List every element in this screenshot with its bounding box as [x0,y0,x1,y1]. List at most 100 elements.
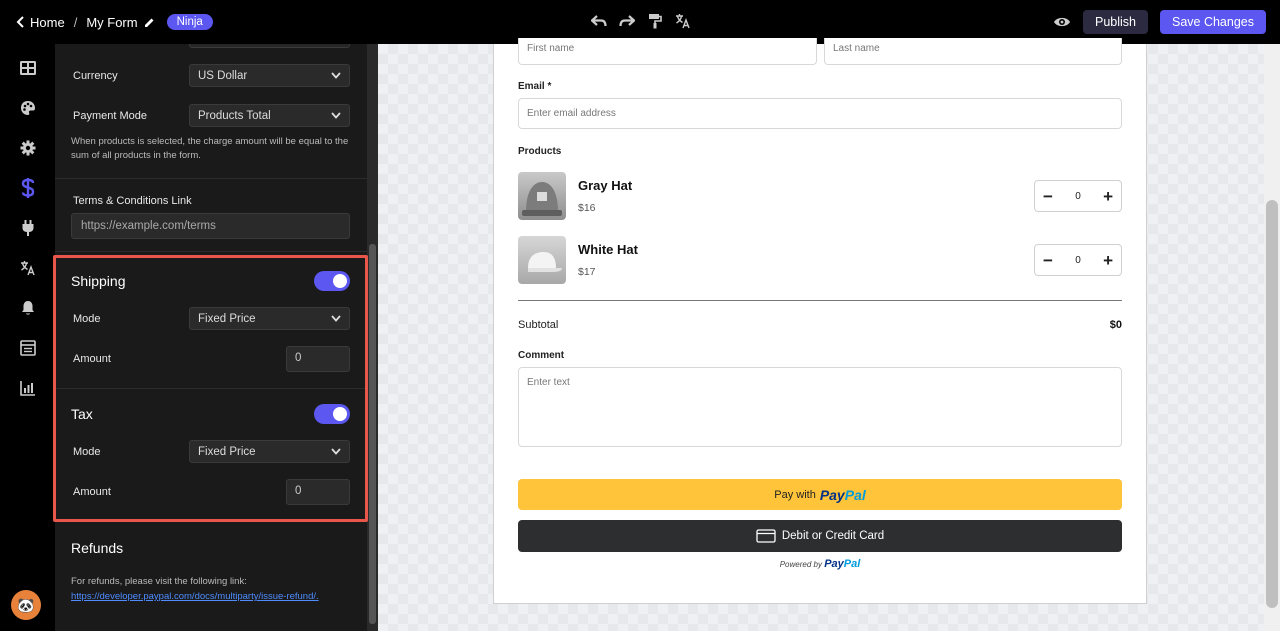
panel-scrollbar-thumb[interactable] [369,244,376,624]
powered-by-text: Powered by [779,560,822,569]
payment-mode-select[interactable]: Products Total [189,104,350,127]
powered-by-paypal: Powered by PayPal [518,558,1122,570]
plus-icon[interactable]: + [1103,188,1113,205]
quantity-stepper[interactable]: − 0 + [1034,180,1122,212]
quantity-value[interactable]: 0 [1075,255,1081,266]
debit-credit-card-button[interactable]: Debit or Credit Card [518,520,1122,552]
refunds-title: Refunds [71,540,124,556]
first-name-input[interactable]: First name [518,38,817,65]
tax-amount-input[interactable]: 0 [286,479,350,505]
canvas-scrollbar[interactable] [1264,44,1280,631]
refunds-text: For refunds, please visit the following … [71,576,247,587]
card-label: Debit or Credit Card [781,530,885,542]
avatar-icon: 🐼 [17,596,35,613]
payment-mode-label: Payment Mode [73,110,147,122]
canvas-scrollbar-thumb[interactable] [1266,200,1278,608]
panel-scrollbar[interactable] [367,44,378,631]
first-name-placeholder: First name [527,43,575,54]
paypal-prefix: Pay with [774,488,816,501]
save-changes-button[interactable]: Save Changes [1159,10,1266,34]
refunds-link[interactable]: https://developer.paypal.com/docs/multip… [71,591,319,602]
previous-select-edge [189,44,350,48]
shipping-toggle[interactable] [314,271,350,291]
pencil-icon[interactable] [144,17,155,28]
analytics-icon[interactable] [18,378,38,398]
user-avatar[interactable]: 🐼 [11,590,41,620]
breadcrumb-separator: / [73,14,78,30]
subtotal-label: Subtotal [518,319,559,331]
product-price: $16 [578,202,596,214]
translate-icon[interactable] [674,12,692,30]
entries-icon[interactable] [18,338,38,358]
breadcrumb: Home / My Form Ninja [16,0,213,44]
comment-label: Comment [518,350,565,361]
chevron-down-icon [331,315,341,322]
icon-rail [0,44,55,631]
divider [55,388,367,389]
subtotal-divider [518,300,1122,301]
chevron-down-icon [331,72,341,79]
form-name[interactable]: My Form [86,15,137,30]
terms-link-input[interactable]: https://example.com/terms [71,213,350,239]
gear-icon[interactable] [18,138,38,158]
home-link[interactable]: Home [16,15,65,30]
minus-icon[interactable]: − [1043,252,1053,269]
shipping-mode-label: Mode [73,313,101,325]
bell-icon[interactable] [18,298,38,318]
paint-roller-icon[interactable] [646,12,664,30]
tax-title: Tax [71,406,93,422]
paypal-button[interactable]: Pay with PayPal [518,479,1122,510]
minus-icon[interactable]: − [1043,188,1053,205]
tax-amount-label: Amount [73,486,111,498]
paypal-logo: PayPal [819,486,866,503]
chevron-down-icon [331,448,341,455]
currency-label: Currency [73,70,118,82]
tax-mode-select[interactable]: Fixed Price [189,440,350,463]
quantity-stepper[interactable]: − 0 + [1034,244,1122,276]
translate-rail-icon[interactable] [18,258,38,278]
currency-select[interactable]: US Dollar [189,64,350,87]
product-price: $17 [578,266,596,278]
last-name-input[interactable]: Last name [824,38,1122,65]
palette-icon[interactable] [18,98,38,118]
divider [55,251,367,252]
payment-mode-value: Products Total [198,109,271,122]
paypal-logo: PayPal [824,558,861,570]
chevron-down-icon [331,112,341,119]
quantity-value[interactable]: 0 [1075,191,1081,202]
shipping-mode-select[interactable]: Fixed Price [189,307,350,330]
undo-icon[interactable] [590,12,608,30]
tax-mode-value: Fixed Price [198,445,256,458]
comment-placeholder: Enter text [527,377,570,388]
tax-amount-value: 0 [295,485,302,497]
shipping-amount-value: 0 [295,352,302,364]
product-name: Gray Hat [578,178,633,193]
form-preview: First name Last name Email * Enter email… [493,38,1147,604]
redo-icon[interactable] [618,12,636,30]
subtotal-value: $0 [1109,319,1122,331]
tax-toggle[interactable] [314,404,350,424]
products-label: Products [518,146,562,157]
comment-textarea[interactable]: Enter text [518,367,1122,447]
plug-icon[interactable] [18,218,38,238]
editor-toolbar [590,12,692,30]
product-name: White Hat [578,242,638,257]
publish-button[interactable]: Publish [1082,10,1148,34]
email-placeholder: Enter email address [527,108,616,119]
dollar-icon[interactable] [18,178,38,198]
layout-icon[interactable] [18,58,38,78]
tax-mode-label: Mode [73,446,101,458]
payment-settings-panel: Currency US Dollar Payment Mode Products… [55,44,367,631]
terms-placeholder: https://example.com/terms [81,220,216,232]
white-hat-image [518,236,566,284]
shipping-amount-input[interactable]: 0 [286,346,350,372]
chevron-left-icon [16,16,24,28]
email-input[interactable]: Enter email address [518,98,1122,129]
preview-eye-icon[interactable] [1053,16,1071,28]
credit-card-icon [756,529,776,543]
divider [55,178,367,179]
last-name-placeholder: Last name [833,43,880,54]
email-label: Email * [518,81,552,92]
plus-icon[interactable]: + [1103,252,1113,269]
currency-value: US Dollar [198,69,248,82]
